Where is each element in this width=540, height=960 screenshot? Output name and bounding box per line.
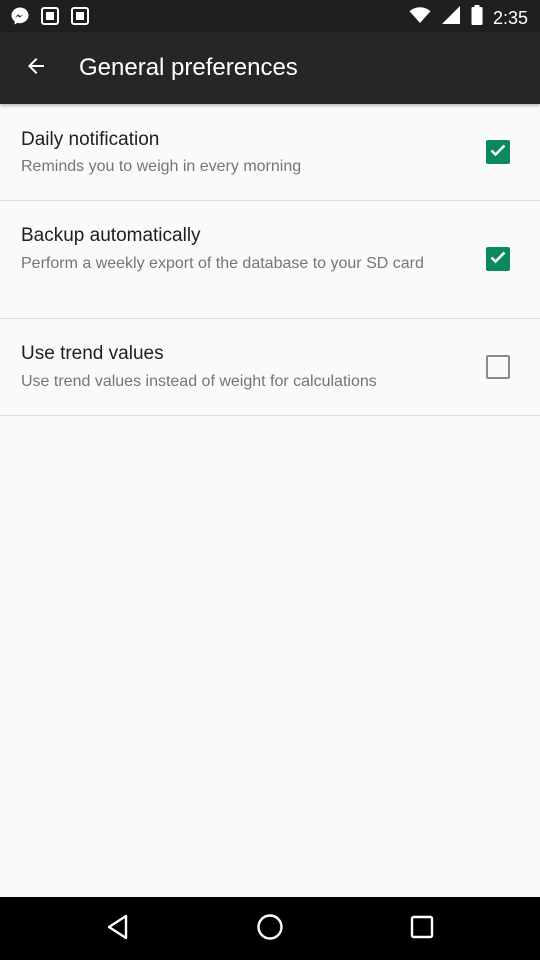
preference-use-trend-values[interactable]: Use trend values Use trend values instea… [0, 319, 540, 416]
arrow-back-icon [24, 54, 48, 83]
signal-icon [441, 5, 461, 30]
nav-home-button[interactable] [252, 911, 288, 947]
home-circle-icon [255, 912, 285, 947]
nav-back-button[interactable] [100, 911, 136, 947]
messenger-icon [10, 6, 30, 31]
status-system-icons: 2:35 [409, 5, 528, 30]
status-bar: 2:35 [0, 0, 540, 32]
page-title: General preferences [79, 54, 298, 81]
preferences-list: Daily notification Reminds you to weigh … [0, 104, 540, 416]
wifi-icon [409, 5, 431, 30]
app-square-icon [40, 6, 60, 31]
status-time: 2:35 [492, 7, 528, 28]
status-notification-icons [10, 6, 90, 31]
nav-recents-button[interactable] [404, 911, 440, 947]
checkmark-icon [488, 140, 508, 165]
app-bar: General preferences [0, 32, 540, 104]
preference-title: Use trend values [21, 343, 164, 364]
preference-backup-automatically[interactable]: Backup automatically Perform a weekly ex… [0, 201, 540, 319]
app-square-icon [70, 6, 90, 31]
back-triangle-icon [103, 912, 133, 947]
preference-daily-notification[interactable]: Daily notification Reminds you to weigh … [0, 104, 540, 201]
preference-title: Backup automatically [21, 225, 201, 246]
preference-title: Daily notification [21, 129, 160, 150]
battery-icon [471, 5, 483, 30]
navigate-up-button[interactable] [14, 46, 58, 90]
backup-automatically-checkbox[interactable] [486, 247, 510, 271]
daily-notification-checkbox[interactable] [486, 140, 510, 164]
checkmark-icon [488, 247, 508, 272]
use-trend-values-checkbox[interactable] [486, 355, 510, 379]
preference-summary: Reminds you to weigh in every morning [21, 158, 302, 175]
preference-summary: Use trend values instead of weight for c… [21, 373, 377, 390]
recents-square-icon [407, 912, 437, 947]
preference-summary: Perform a weekly export of the database … [21, 255, 424, 272]
navigation-bar [0, 897, 540, 960]
